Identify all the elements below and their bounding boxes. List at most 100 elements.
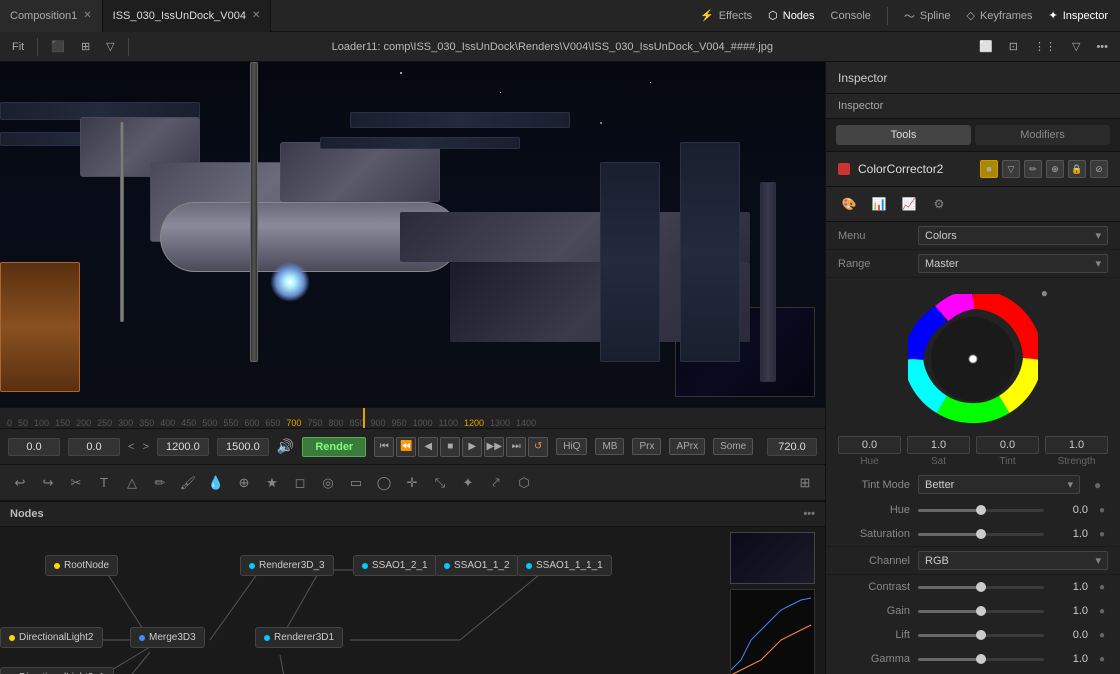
shape-icon[interactable]: ⬡ [512, 471, 536, 495]
lift-slider-thumb[interactable] [976, 630, 986, 640]
audio-icon[interactable]: 🔊 [277, 438, 294, 455]
strength-value-field[interactable]: 1.0 [1045, 436, 1108, 454]
tint-mode-reset-icon[interactable]: ● [1094, 478, 1108, 492]
tint-mode-select[interactable]: Better ▾ [918, 475, 1080, 494]
node-ssao1-2-1[interactable]: SSAO1_2_1 [353, 555, 437, 576]
particle-icon[interactable]: ✦ [456, 471, 480, 495]
path-icon[interactable]: ⤤ [484, 471, 508, 495]
hue-value-field[interactable]: 0.0 [838, 436, 901, 454]
hiq-btn[interactable]: HiQ [556, 438, 587, 455]
loop-btn[interactable]: ↺ [528, 437, 548, 457]
current-time-field[interactable]: 0.0 [8, 438, 60, 456]
contrast-slider-thumb[interactable] [976, 582, 986, 592]
end-time-field[interactable]: 1500.0 [217, 438, 269, 456]
nodes-canvas[interactable]: RootNode Renderer3D_3 SSAO1_2_1 SSAO1_1_… [0, 527, 825, 674]
rect-icon[interactable]: ▭ [344, 471, 368, 495]
gamma-slider-track[interactable] [918, 658, 1044, 661]
view-btn2[interactable]: ⊞ [75, 38, 96, 55]
levels-icon-btn[interactable]: 📈 [898, 193, 920, 215]
gain-slider-track[interactable] [918, 610, 1044, 613]
hue-slider-thumb[interactable] [976, 505, 986, 515]
view-btn3[interactable]: ▽ [100, 38, 120, 55]
wheel-icon-btn[interactable]: 🎨 [838, 193, 860, 215]
tint-value-field[interactable]: 0.0 [976, 436, 1039, 454]
gamma-reset-icon[interactable]: ● [1096, 653, 1108, 665]
play-btn[interactable]: ▶ [462, 437, 482, 457]
angle-left[interactable]: < [128, 441, 134, 453]
poly-icon[interactable]: △ [120, 471, 144, 495]
cut-icon[interactable]: ✂ [64, 471, 88, 495]
sat-value-field[interactable]: 1.0 [907, 436, 970, 454]
contrast-slider-track[interactable] [918, 586, 1044, 589]
text-icon[interactable]: T [92, 471, 116, 495]
redo-icon[interactable]: ↪ [36, 471, 60, 495]
tab-composition1-close[interactable]: ✕ [83, 10, 91, 21]
tab-composition1[interactable]: Composition1 ✕ [0, 0, 103, 32]
modifiers-tab[interactable]: Modifiers [975, 125, 1110, 145]
view-extra4[interactable]: ▽ [1066, 38, 1086, 55]
sat-slider-track[interactable] [918, 533, 1044, 536]
node-rootnode[interactable]: RootNode [45, 555, 118, 576]
node-action2[interactable]: ✏ [1024, 160, 1042, 178]
channel-select[interactable]: RGB ▾ [918, 551, 1108, 570]
tab-issdock[interactable]: ISS_030_IssUnDock_V004 ✕ [103, 0, 272, 32]
node-yellow-btn[interactable]: ■ [980, 160, 998, 178]
gain-reset-icon[interactable]: ● [1096, 605, 1108, 617]
go-start-btn[interactable]: ⏮ [374, 437, 394, 457]
node-dirlight2-1[interactable]: DirectionalLight2_1 [0, 667, 114, 674]
go-end-btn[interactable]: ⏭ [506, 437, 526, 457]
zoom-field[interactable]: 720.0 [767, 438, 817, 456]
view-extra3[interactable]: ⋮⋮ [1028, 38, 1062, 55]
view-extra2[interactable]: ⊡ [1003, 38, 1024, 55]
ellipse-icon[interactable]: ◯ [372, 471, 396, 495]
hue-slider-track[interactable] [918, 509, 1044, 512]
lift-reset-icon[interactable]: ● [1096, 629, 1108, 641]
prx-btn[interactable]: Prx [632, 438, 661, 455]
effects-btn[interactable]: ⚡ Effects [700, 9, 752, 22]
node-action3[interactable]: ⊕ [1046, 160, 1064, 178]
menu-select[interactable]: Colors ▾ [918, 226, 1108, 245]
render-btn[interactable]: Render [302, 437, 366, 457]
hue-slider-reset-icon[interactable]: ● [1096, 504, 1108, 516]
transform-icon[interactable]: ⤡ [428, 471, 452, 495]
keyframes-btn[interactable]: ◇ Keyframes [966, 9, 1032, 22]
node-renderer3d1[interactable]: Renderer3D1 [255, 627, 343, 648]
angle-right[interactable]: > [142, 441, 148, 453]
node-dirlight2[interactable]: DirectionalLight2 [0, 627, 103, 648]
aprx-btn[interactable]: APrx [669, 438, 705, 455]
wand-icon[interactable]: ★ [260, 471, 284, 495]
spline-btn[interactable]: 〜 Spline [904, 8, 951, 24]
curves-icon-btn[interactable]: 📊 [868, 193, 890, 215]
eraser-icon[interactable]: ◻ [288, 471, 312, 495]
nodes-btn[interactable]: ⬡ Nodes [768, 9, 814, 22]
undo-icon[interactable]: ↩ [8, 471, 32, 495]
node-merge3d3[interactable]: Merge3D3 [130, 627, 205, 648]
range-select[interactable]: Master ▾ [918, 254, 1108, 273]
wheel-reset-btn[interactable]: ● [1041, 286, 1048, 300]
end-frame-field[interactable]: 1200.0 [157, 438, 209, 456]
node-ssao1-1-1-1[interactable]: SSAO1_1_1_1 [517, 555, 612, 576]
prev-btn[interactable]: ⏪ [396, 437, 416, 457]
node-ssao1-1-2[interactable]: SSAO1_1_2 [435, 555, 519, 576]
sat-slider-thumb[interactable] [976, 529, 986, 539]
node-action4[interactable]: 🔒 [1068, 160, 1086, 178]
move-icon[interactable]: ✛ [400, 471, 424, 495]
blur-icon[interactable]: ◎ [316, 471, 340, 495]
console-btn[interactable]: Console [831, 10, 871, 22]
node-renderer3d3[interactable]: Renderer3D_3 [240, 555, 334, 576]
gamma-slider-thumb[interactable] [976, 654, 986, 664]
some-btn[interactable]: Some [713, 438, 753, 455]
fit-btn[interactable]: Fit [6, 39, 30, 55]
eyedrop-icon[interactable]: 💧 [204, 471, 228, 495]
nodes-menu-btn[interactable]: ••• [803, 508, 815, 520]
gain-slider-thumb[interactable] [976, 606, 986, 616]
paint-icon[interactable]: ✏ [148, 471, 172, 495]
playhead[interactable] [363, 408, 365, 428]
inspector-top-btn[interactable]: ✦ Inspector [1049, 9, 1108, 22]
mb-btn[interactable]: MB [595, 438, 624, 455]
view-more[interactable]: ••• [1090, 39, 1114, 55]
tab-issdock-close[interactable]: ✕ [252, 10, 260, 21]
secondary-time-field[interactable]: 0.0 [68, 438, 120, 456]
view-extra1[interactable]: ⬜ [973, 38, 999, 55]
node-action5[interactable]: ⊘ [1090, 160, 1108, 178]
